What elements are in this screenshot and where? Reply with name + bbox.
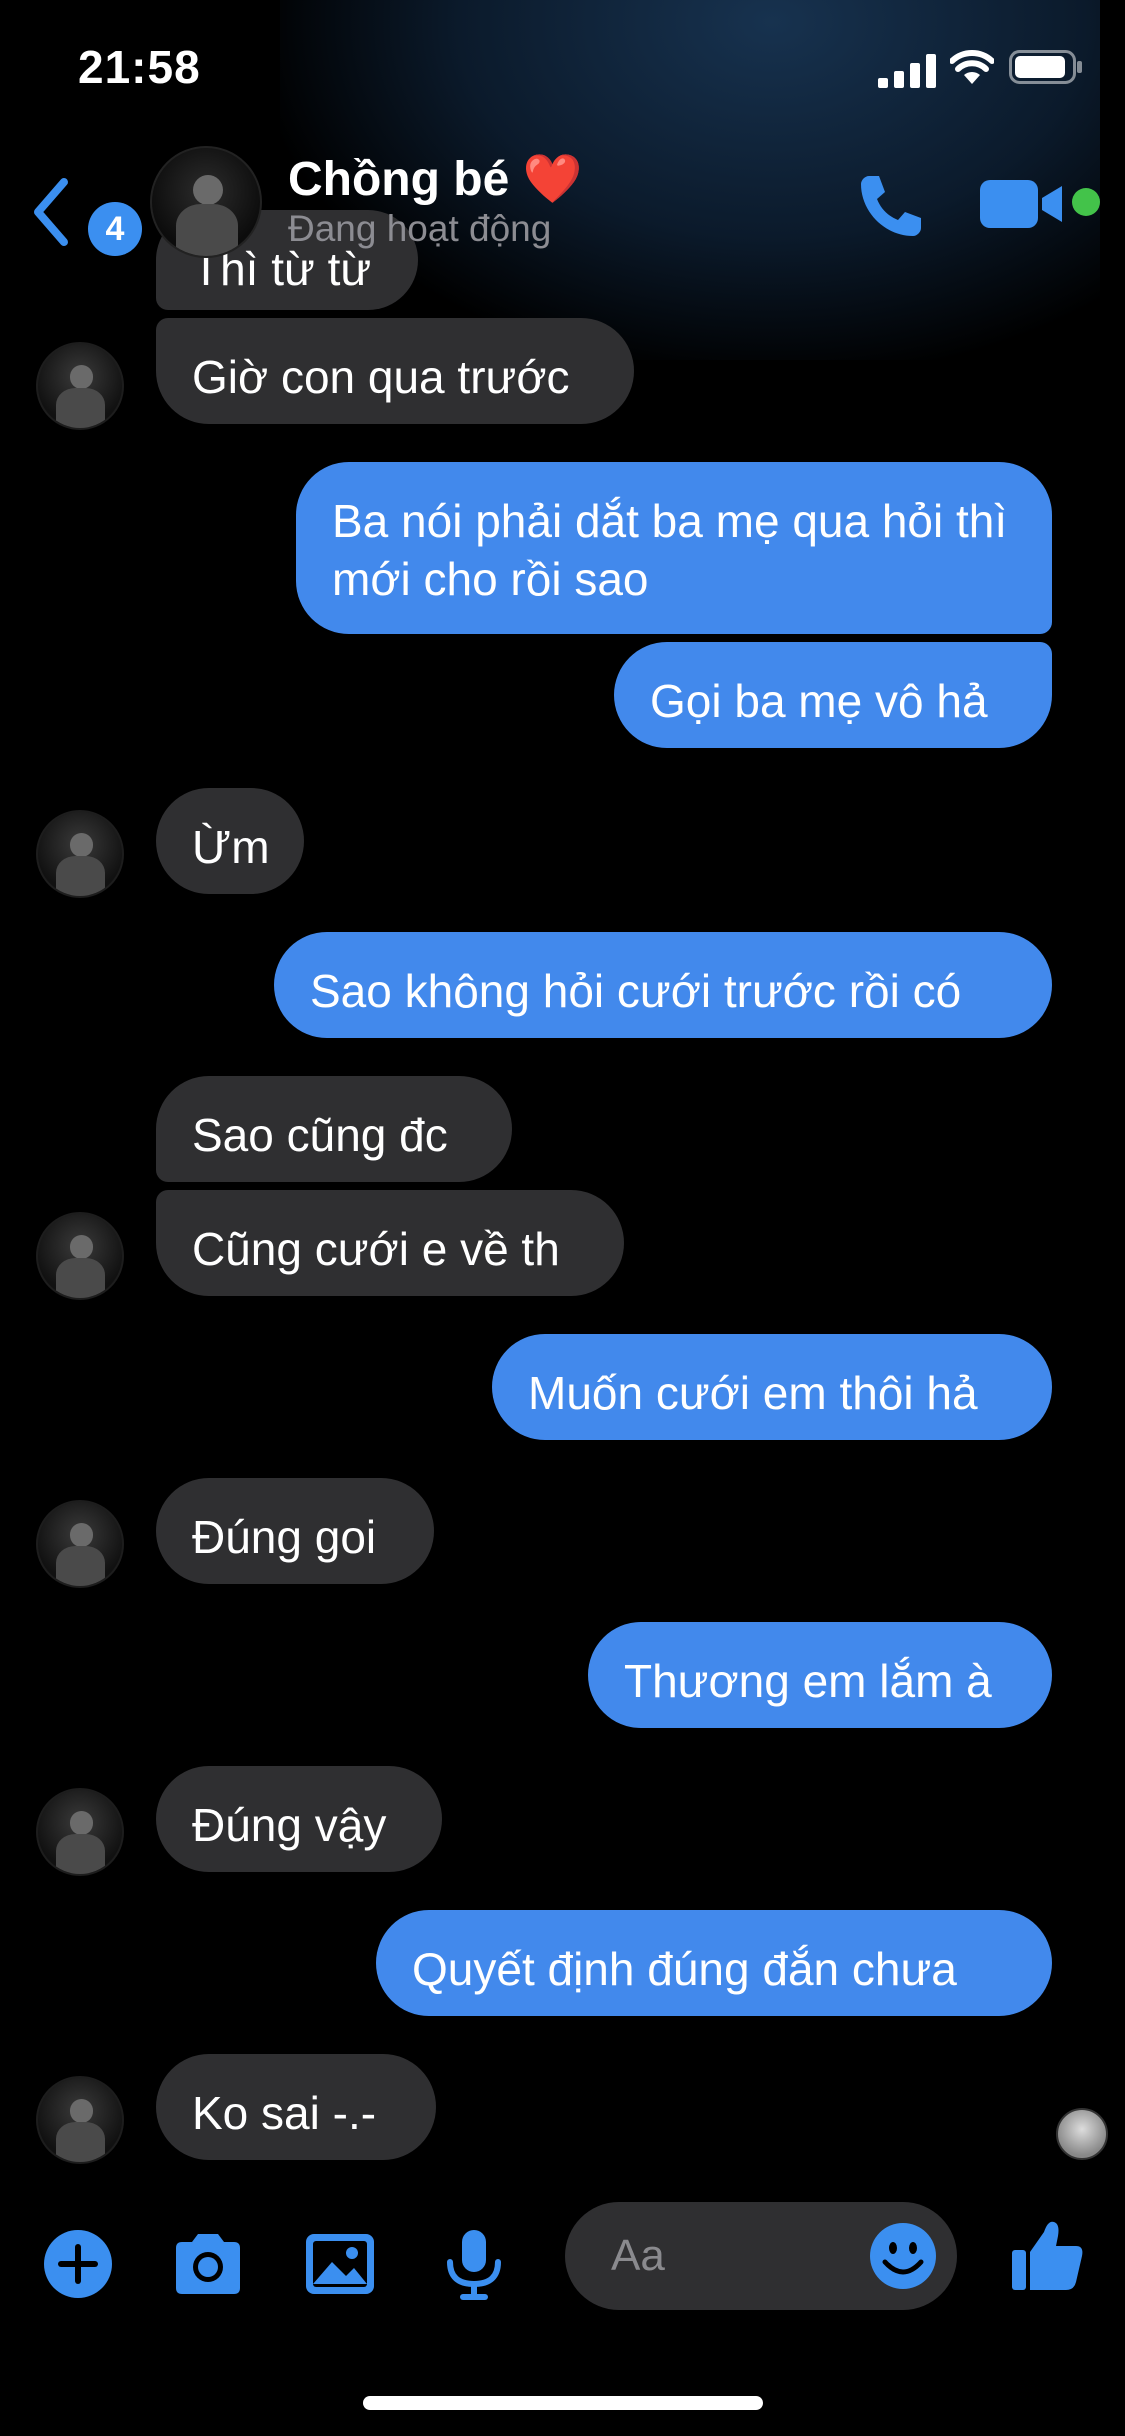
message-bubble[interactable]: Ba nói phải dắt ba mẹ qua hỏi thì mới ch… — [296, 462, 1052, 634]
messenger-chat-screen: Thì từ từ Giờ con qua trước Ba nói phải … — [0, 0, 1125, 2436]
back-chevron-icon — [34, 178, 68, 246]
message-bubble[interactable]: Ừm — [156, 788, 304, 894]
message-bubble[interactable]: Quyết định đúng đắn chưa — [376, 1910, 1052, 2016]
back-button[interactable]: 4 — [26, 166, 142, 256]
seen-receipt-avatar — [1056, 2108, 1108, 2160]
home-indicator[interactable] — [363, 2396, 763, 2410]
contact-avatar[interactable] — [36, 1788, 124, 1876]
cellular-signal-icon — [878, 54, 936, 88]
message-bubble[interactable]: Gọi ba mẹ vô hả — [614, 642, 1052, 748]
message-bubble[interactable]: Ko sai -.- — [156, 2054, 436, 2160]
image-icon[interactable] — [302, 2226, 378, 2302]
message-bubble[interactable]: Muốn cưới em thôi hả — [492, 1334, 1052, 1440]
plus-icon[interactable] — [40, 2226, 116, 2302]
message-bubble[interactable]: Đúng goi — [156, 1478, 434, 1584]
camera-icon[interactable] — [170, 2226, 246, 2302]
contact-avatar[interactable] — [36, 342, 124, 430]
thumbs-up-icon[interactable] — [1008, 2216, 1088, 2296]
contact-avatar[interactable] — [36, 2076, 124, 2164]
message-bubble[interactable]: Thương em lắm à — [588, 1622, 1052, 1728]
message-bubble[interactable]: Đúng vậy — [156, 1766, 442, 1872]
message-composer — [0, 2190, 1125, 2330]
contact-avatar[interactable] — [150, 146, 262, 258]
contact-avatar[interactable] — [36, 1500, 124, 1588]
clock: 21:58 — [78, 41, 201, 93]
unread-count-badge: 4 — [88, 202, 142, 256]
microphone-icon[interactable] — [436, 2226, 512, 2302]
online-indicator — [1072, 188, 1100, 216]
message-bubble[interactable]: Giờ con qua trước — [156, 318, 634, 424]
emoji-icon[interactable] — [867, 2220, 939, 2292]
message-bubble[interactable]: Cũng cưới e về th — [156, 1190, 624, 1296]
battery-icon — [1009, 50, 1082, 84]
phone-icon[interactable] — [855, 170, 927, 242]
contact-avatar[interactable] — [36, 810, 124, 898]
contact-avatar[interactable] — [36, 1212, 124, 1300]
status-bar: 21:58 — [0, 0, 1125, 130]
message-bubble[interactable]: Sao không hỏi cưới trước rồi có — [274, 932, 1052, 1038]
active-status: Đang hoạt động — [288, 208, 552, 249]
message-input[interactable] — [609, 2222, 853, 2290]
wifi-icon — [950, 50, 994, 84]
message-input-box[interactable] — [565, 2202, 957, 2310]
chat-header: 4 Chồng bé ❤️ Đang hoạt động — [0, 130, 1125, 280]
video-camera-icon[interactable] — [978, 176, 1064, 232]
message-bubble[interactable]: Sao cũng đc — [156, 1076, 512, 1182]
contact-name[interactable]: Chồng bé ❤️ — [288, 150, 582, 207]
